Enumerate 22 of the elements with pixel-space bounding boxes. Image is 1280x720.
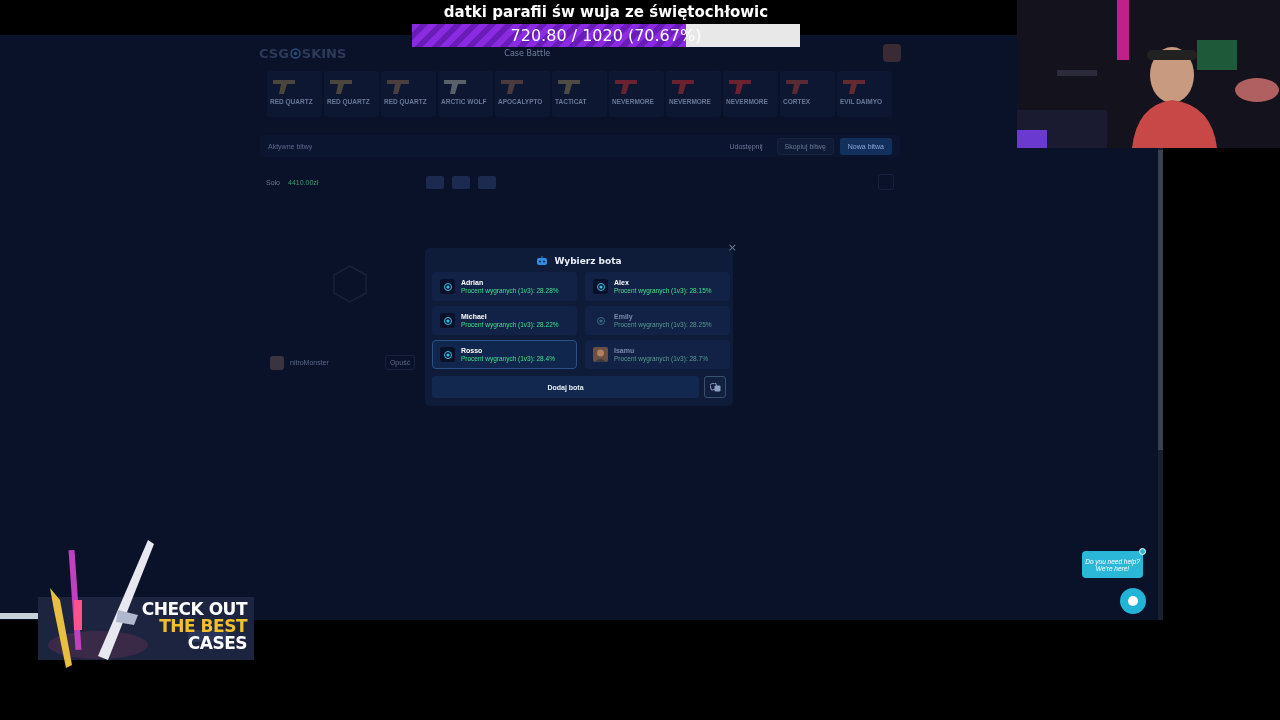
player-avatar xyxy=(270,355,284,370)
crosshair-icon xyxy=(595,281,606,292)
dice-icon xyxy=(709,382,721,392)
promo-text: CASES xyxy=(187,635,247,652)
case-icon xyxy=(426,175,445,189)
promo-text: CHECK OUT xyxy=(141,601,247,618)
chat-icon xyxy=(1127,595,1139,607)
crosshair-icon xyxy=(442,281,453,292)
crosshair-icon xyxy=(442,315,453,326)
case-icon xyxy=(452,175,471,189)
random-button[interactable] xyxy=(704,376,726,398)
promo-text: THE BEST xyxy=(159,618,247,635)
robot-icon xyxy=(536,256,549,266)
goal-title: datki parafii św wuja ze świętochłowic xyxy=(442,3,770,21)
dialog-title: Wybierz bota xyxy=(554,256,622,266)
nav-tab[interactable]: Case Battle xyxy=(504,48,551,58)
case-icon xyxy=(478,175,497,189)
close-button[interactable] xyxy=(1139,548,1146,555)
crosshair-icon xyxy=(442,349,453,360)
scrollbar[interactable] xyxy=(1158,148,1163,620)
close-button[interactable]: × xyxy=(727,241,737,254)
crosshair-icon xyxy=(595,315,606,326)
